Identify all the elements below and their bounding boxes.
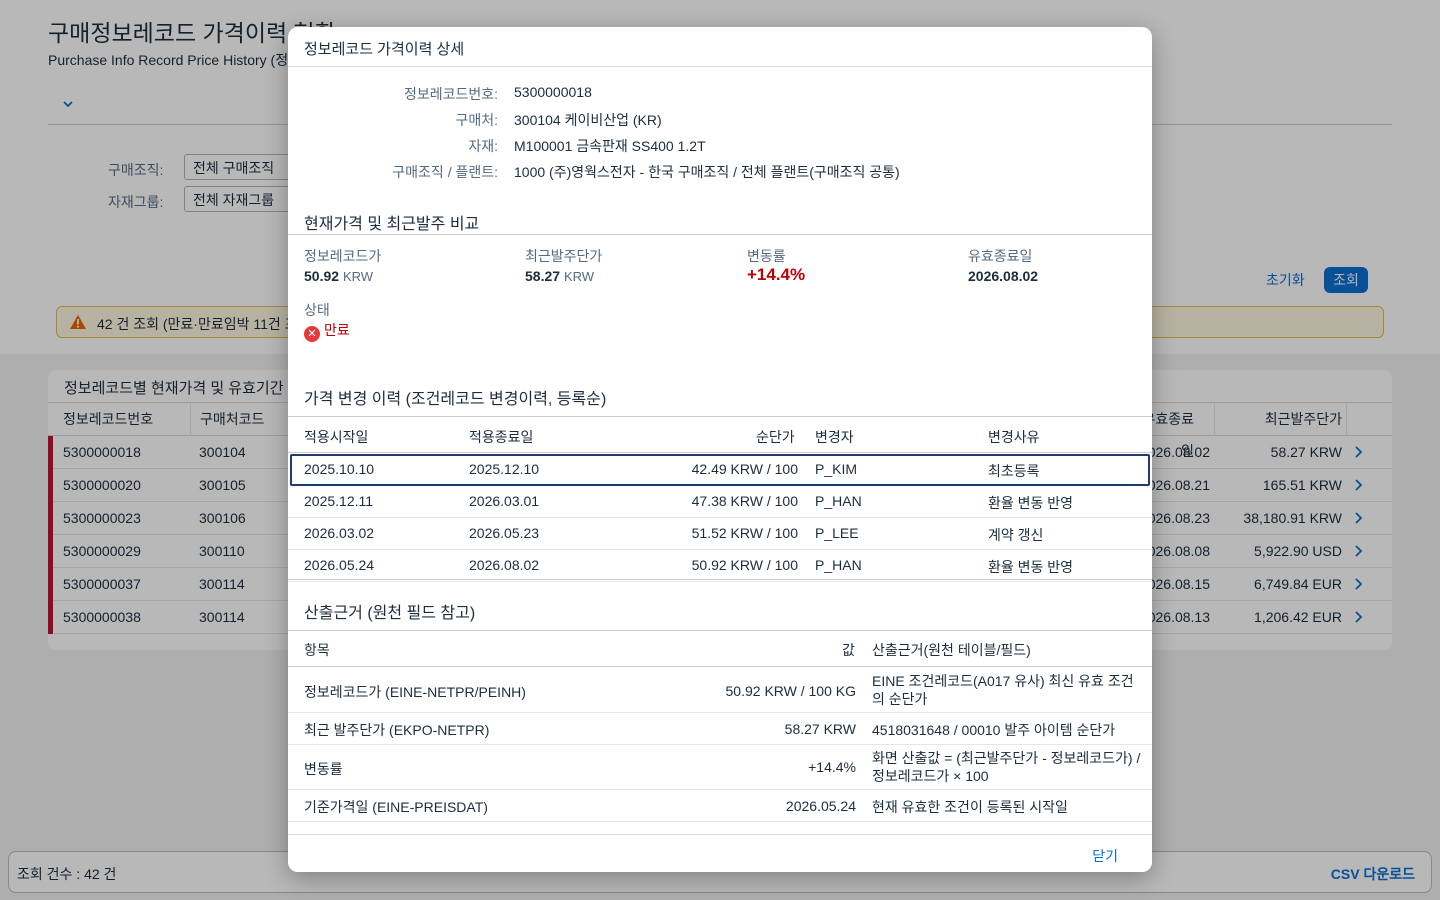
basis-col-value: 값 xyxy=(842,642,855,658)
basis-value: 50.92 KRW / 100 KG xyxy=(725,683,856,699)
history-from: 2025.10.10 xyxy=(304,461,375,477)
info-price-label: 정보레코드가 xyxy=(304,248,382,264)
history-reason: 최초등록 xyxy=(988,463,1040,479)
basis-row: 변동률 +14.4% 화면 산출값 = (최근발주단가 - 정보레코드가) / … xyxy=(288,745,1152,790)
basis-table-header: 항목 값 산출근거(원천 테이블/필드) xyxy=(288,631,1152,667)
basis-value: 2026.05.24 xyxy=(785,798,856,814)
history-row-selected[interactable]: 2025.10.10 2025.12.10 42.49 KRW / 100 P_… xyxy=(290,454,1150,486)
basis-row: 정보레코드가 (EINE-NETPR/PEINH) 50.92 KRW / 10… xyxy=(288,668,1152,713)
history-col-user: 변경자 xyxy=(815,429,854,445)
vendor-value: 300104 케이비산업 (KR) xyxy=(514,112,662,128)
history-table-header: 적용시작일 적용종료일 순단가 변경자 변경사유 xyxy=(288,417,1152,453)
status-text: 만료 xyxy=(324,322,350,338)
history-row[interactable]: 2025.12.11 2026.03.01 47.38 KRW / 100 P_… xyxy=(288,486,1152,518)
history-price: 42.49 KRW / 100 xyxy=(691,461,798,477)
history-to: 2026.08.02 xyxy=(469,557,540,573)
history-price: 51.52 KRW / 100 xyxy=(691,525,798,541)
history-col-from: 적용시작일 xyxy=(304,429,369,445)
history-from: 2025.12.11 xyxy=(304,493,374,509)
error-circle-icon: ✕ xyxy=(304,326,320,342)
info-price-value: 50.92 KRW xyxy=(304,268,373,284)
history-reason: 환율 변동 반영 xyxy=(988,559,1074,575)
last-po-unit: KRW xyxy=(563,269,595,284)
history-price: 47.38 KRW / 100 xyxy=(691,493,798,509)
basis-row: 기준가격일 (EINE-PREISDAT) 2026.05.24 현재 유효한 … xyxy=(288,790,1152,822)
basis-source: 4518031648 / 00010 발주 아이템 순단가 xyxy=(872,722,1116,738)
basis-row: 최근 발주단가 (EKPO-NETPR) 58.27 KRW 451803164… xyxy=(288,713,1152,745)
rate-value: +14.4% xyxy=(747,265,806,284)
info-price-unit: KRW xyxy=(342,269,374,284)
basis-item: 변동률 xyxy=(304,761,343,777)
history-user: P_HAN xyxy=(815,557,862,573)
basis-item: 정보레코드가 (EINE-NETPR/PEINH) xyxy=(304,684,526,700)
last-po-label: 최근발주단가 xyxy=(525,248,603,264)
status-value: ✕ 만료 xyxy=(304,320,350,342)
record-no-label: 정보레코드번호: xyxy=(403,86,498,102)
history-col-to: 적용종료일 xyxy=(469,429,534,445)
section-divider xyxy=(288,234,1152,235)
basis-source: 화면 산출값 = (최근발주단가 - 정보레코드가) / 정보레코드가 × 10… xyxy=(872,750,1141,784)
section-divider xyxy=(288,579,1152,580)
history-to: 2025.12.10 xyxy=(469,461,540,477)
history-from: 2026.05.24 xyxy=(304,557,375,573)
history-price: 50.92 KRW / 100 xyxy=(691,557,798,573)
history-to: 2026.03.01 xyxy=(469,493,540,509)
basis-source: 현재 유효한 조건이 등록된 시작일 xyxy=(872,799,1068,815)
history-col-price: 순단가 xyxy=(756,429,795,445)
basis-section-title: 산출근거 (원천 필드 참고) xyxy=(304,605,476,622)
dialog-title: 정보레코드 가격이력 상세 xyxy=(304,41,465,58)
basis-source: EINE 조건레코드(A017 유사) 최신 유효 조건의 순단가 xyxy=(872,673,1134,707)
material-value: M100001 금속판재 SS400 1.2T xyxy=(514,138,706,154)
history-col-reason: 변경사유 xyxy=(988,429,1040,445)
status-label: 상태 xyxy=(304,302,330,318)
history-to: 2026.05.23 xyxy=(469,525,540,541)
dialog-footer: 닫기 xyxy=(288,834,1152,872)
close-button[interactable]: 닫기 xyxy=(1092,846,1118,866)
valid-to-label: 유효종료일 xyxy=(968,248,1033,264)
basis-value: 58.27 KRW xyxy=(784,721,856,737)
last-po-value: 58.27 KRW xyxy=(525,268,594,284)
history-section-title: 가격 변경 이력 (조건레코드 변경이력, 등록순) xyxy=(304,391,607,408)
basis-value: +14.4% xyxy=(808,759,856,775)
basis-col-source: 산출근거(원천 테이블/필드) xyxy=(872,642,1031,658)
rate-label: 변동률 xyxy=(747,248,786,264)
basis-col-item: 항목 xyxy=(304,642,330,658)
history-row[interactable]: 2026.03.02 2026.05.23 51.52 KRW / 100 P_… xyxy=(288,518,1152,550)
compare-section-title: 현재가격 및 최근발주 비교 xyxy=(304,216,480,233)
record-no-value: 5300000018 xyxy=(514,84,592,100)
basis-item: 기준가격일 (EINE-PREISDAT) xyxy=(304,799,488,815)
valid-to-value: 2026.08.02 xyxy=(968,268,1039,284)
history-user: P_KIM xyxy=(815,461,858,477)
dialog-body[interactable]: 정보레코드번호: 5300000018 구매처: 300104 케이비산업 (K… xyxy=(288,67,1152,834)
dialog-header: 정보레코드 가격이력 상세 xyxy=(288,27,1152,67)
history-user: P_HAN xyxy=(815,493,862,509)
history-user: P_LEE xyxy=(815,525,859,541)
last-po-amount: 58.27 xyxy=(525,268,561,284)
org-label: 구매조직 / 플랜트: xyxy=(392,164,498,180)
org-value: 1000 (주)영웍스전자 - 한국 구매조직 / 전체 플랜트(구매조직 공통… xyxy=(514,164,900,180)
material-label: 자재: xyxy=(468,138,498,154)
info-price-amount: 50.92 xyxy=(304,268,340,284)
vendor-label: 구매처: xyxy=(455,112,498,128)
price-history-dialog: 정보레코드 가격이력 상세 정보레코드번호: 5300000018 구매처: 3… xyxy=(288,27,1152,872)
basis-item: 최근 발주단가 (EKPO-NETPR) xyxy=(304,722,490,738)
history-row[interactable]: 2026.05.24 2026.08.02 50.92 KRW / 100 P_… xyxy=(288,550,1152,582)
history-from: 2026.03.02 xyxy=(304,525,375,541)
history-reason: 환율 변동 반영 xyxy=(988,495,1074,511)
history-reason: 계약 갱신 xyxy=(988,527,1044,543)
